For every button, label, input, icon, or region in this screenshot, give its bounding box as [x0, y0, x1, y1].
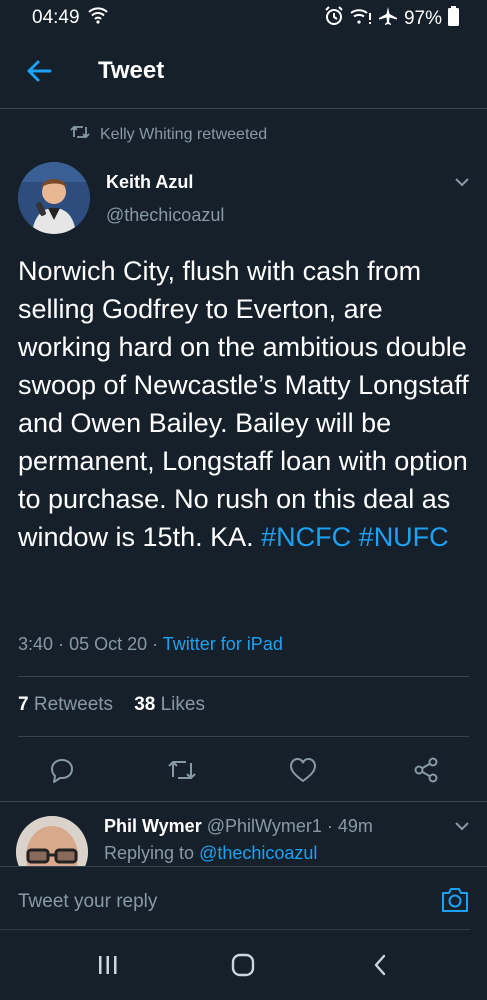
reply-composer[interactable]: Tweet your reply: [0, 866, 487, 931]
author-name[interactable]: Keith Azul: [106, 172, 193, 193]
meta-separator: ·: [326, 816, 338, 836]
chevron-down-icon[interactable]: [452, 816, 472, 841]
tweet-date: 05 Oct 20: [69, 634, 148, 654]
retweets-label: Retweets: [33, 694, 114, 715]
replying-to-prefix: Replying to: [104, 843, 195, 863]
camera-icon[interactable]: [440, 886, 470, 919]
alarm-icon: [324, 6, 344, 32]
divider: [18, 736, 469, 737]
share-icon[interactable]: [406, 750, 446, 790]
back-nav-icon[interactable]: [360, 950, 400, 980]
app-header: Tweet: [0, 36, 487, 109]
meta-separator: ·: [152, 634, 163, 654]
hashtag-nufc[interactable]: #NUFC: [359, 522, 449, 552]
reply-icon[interactable]: [42, 750, 82, 790]
retweets-stat[interactable]: 7 Retweets: [18, 694, 113, 715]
engagement-counts: 7 Retweets 38 Likes: [18, 694, 205, 716]
reply-input-placeholder[interactable]: Tweet your reply: [18, 891, 157, 913]
author-handle[interactable]: @thechicoazul: [106, 205, 224, 226]
tweet-body: Norwich City, flush with cash from selli…: [18, 256, 469, 552]
status-right: 97%: [324, 6, 459, 32]
battery-icon: [448, 6, 459, 32]
replying-to: Replying to @thechicoazul: [104, 843, 317, 864]
status-bar: 04:49 97%: [0, 0, 487, 36]
retweet-action-icon[interactable]: [162, 750, 202, 790]
system-nav-bar: [0, 930, 487, 1000]
reply-header: Phil Wymer @PhilWymer1 · 49m: [104, 816, 373, 837]
tweet-text: Norwich City, flush with cash from selli…: [18, 252, 474, 556]
back-arrow-icon[interactable]: [22, 54, 56, 88]
likes-label: Likes: [160, 694, 205, 715]
reply-avatar[interactable]: [16, 816, 88, 866]
page-title: Tweet: [98, 57, 165, 84]
replying-to-handle[interactable]: @thechicoazul: [199, 843, 317, 863]
retweet-icon: [70, 124, 90, 145]
status-time: 04:49: [32, 7, 80, 28]
recent-apps-icon[interactable]: [88, 950, 128, 980]
retweets-count: 7: [18, 694, 29, 715]
retweeted-by-label[interactable]: Kelly Whiting retweeted: [100, 126, 267, 144]
avatar[interactable]: [18, 162, 90, 234]
reply-author-name[interactable]: Phil Wymer: [104, 816, 202, 836]
wifi-calling-icon: [350, 7, 372, 31]
tweet-actions: [0, 750, 487, 790]
reply-author-handle[interactable]: @PhilWymer1: [207, 816, 322, 836]
home-icon[interactable]: [223, 950, 263, 980]
meta-separator: ·: [58, 634, 70, 654]
hashtag-ncfc[interactable]: #NCFC: [261, 522, 351, 552]
tweet-meta: 3:40 · 05 Oct 20 · Twitter for iPad: [18, 634, 283, 655]
battery-percent: 97%: [403, 8, 442, 29]
airplane-icon: [378, 6, 398, 32]
tweet-source[interactable]: Twitter for iPad: [163, 634, 283, 654]
divider: [18, 676, 469, 677]
wifi-icon: [88, 6, 108, 30]
likes-stat[interactable]: 38 Likes: [134, 694, 205, 715]
likes-count: 38: [134, 694, 156, 715]
reply-item[interactable]: Phil Wymer @PhilWymer1 · 49m Replying to…: [0, 802, 487, 866]
like-icon[interactable]: [283, 750, 323, 790]
tweet-time: 3:40: [18, 634, 54, 654]
chevron-down-icon[interactable]: [452, 172, 472, 197]
retweet-context: Kelly Whiting retweeted: [70, 124, 267, 145]
reply-time: 49m: [337, 816, 373, 836]
